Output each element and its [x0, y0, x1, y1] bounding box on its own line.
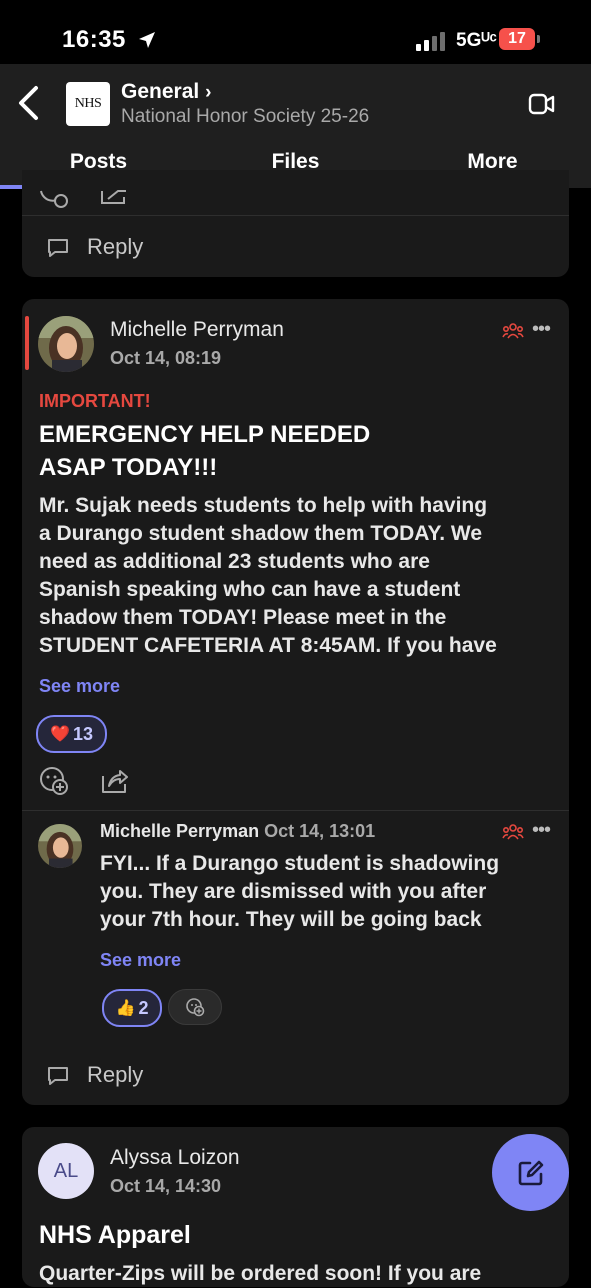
importance-label: IMPORTANT!	[39, 391, 151, 411]
post-body: Mr. Sujak needs students to help with ha…	[39, 492, 564, 660]
add-reaction-icon[interactable]	[38, 765, 70, 797]
signal-icon	[416, 32, 445, 51]
body-line: need as additional 23 students who are	[39, 550, 430, 573]
network-label: 5Gᵁᶜ	[456, 30, 497, 51]
body-line: your 7th hour. They will be going back	[100, 908, 482, 931]
body-line: FYI... If a Durango student is shadowing	[100, 852, 500, 875]
see-more-link[interactable]: See more	[100, 950, 181, 971]
reply-author[interactable]: Michelle Perryman	[100, 821, 259, 841]
post-card	[22, 299, 569, 1105]
reply-icon	[48, 1067, 68, 1085]
body-line: Spanish speaking who can have a student	[39, 578, 461, 601]
reply-timestamp: Oct 14, 13:01	[264, 821, 376, 841]
add-reaction-icon[interactable]	[39, 189, 69, 209]
post-subject: NHS Apparel	[39, 1221, 191, 1249]
reaction-count: 13	[72, 723, 93, 744]
thumbs-up-reaction[interactable]: 👍 2	[102, 989, 162, 1027]
divider	[22, 215, 569, 216]
post-timestamp: Oct 14, 14:30	[110, 1176, 222, 1196]
body-line: you. They are dismissed with you after	[100, 880, 487, 903]
body-line: shadow them TODAY! Please meet in the	[39, 606, 447, 629]
location-arrow-icon	[139, 32, 155, 48]
channel-name: General	[121, 80, 200, 103]
avatar-initials[interactable]: AL	[38, 1143, 94, 1199]
chevron-right-icon: ›	[205, 82, 212, 103]
heart-reaction[interactable]: ❤️ 13	[36, 715, 107, 753]
post-body: Quarter-Zips will be ordered soon! If yo…	[39, 1262, 482, 1285]
people-icon[interactable]	[502, 322, 524, 340]
post-subject-line-1: EMERGENCY HELP NEEDED	[39, 421, 371, 448]
see-more-link[interactable]: See more	[39, 676, 120, 697]
reply-icon	[48, 239, 68, 257]
body-line: a Durango student shadow them TODAY. We	[39, 522, 483, 545]
team-subtitle: National Honor Society 25-26	[121, 106, 370, 127]
body-line: STUDENT CAFETERIA AT 8:45AM. If you have	[39, 634, 497, 657]
status-time: 16:35	[62, 26, 126, 53]
add-reaction-button[interactable]	[168, 989, 222, 1025]
compose-icon	[518, 1160, 543, 1185]
add-reaction-icon	[186, 998, 205, 1017]
battery-tip	[537, 35, 540, 43]
post-author[interactable]: Alyssa Loizon	[110, 1146, 240, 1170]
battery-icon: 17	[499, 28, 535, 50]
people-icon[interactable]	[502, 823, 524, 841]
avatar-photo	[38, 824, 82, 868]
post-subject-line-2: ASAP TODAY!!!	[39, 454, 218, 481]
channel-title[interactable]: General ›	[121, 80, 211, 104]
thumbs-up-icon: 👍	[115, 1000, 136, 1017]
reply-body: FYI... If a Durango student is shadowing…	[100, 850, 565, 934]
share-icon[interactable]	[100, 766, 130, 796]
reaction-count: 2	[138, 997, 149, 1018]
more-icon[interactable]: •••	[532, 318, 551, 341]
avatar[interactable]	[38, 316, 94, 372]
important-marker	[25, 316, 29, 370]
reply-header: Michelle Perryman Oct 14, 13:01	[100, 821, 375, 842]
heart-icon: ❤️	[50, 726, 70, 743]
reply-button[interactable]: Reply	[87, 1062, 143, 1088]
avatar-photo	[38, 316, 94, 372]
divider	[22, 810, 569, 811]
post-author[interactable]: Michelle Perryman	[110, 318, 284, 342]
team-logo[interactable]: NHS	[66, 82, 110, 126]
previous-thread-card	[22, 170, 569, 277]
reply-button[interactable]: Reply	[87, 234, 143, 260]
video-call-icon[interactable]	[527, 89, 557, 119]
post-timestamp: Oct 14, 08:19	[110, 348, 222, 368]
share-icon[interactable]	[100, 189, 130, 207]
back-chevron-icon[interactable]	[16, 85, 40, 121]
more-icon[interactable]: •••	[532, 819, 551, 842]
body-line: Mr. Sujak needs students to help with ha…	[39, 494, 488, 517]
reply-avatar[interactable]	[38, 824, 82, 868]
compose-button[interactable]	[492, 1134, 569, 1211]
